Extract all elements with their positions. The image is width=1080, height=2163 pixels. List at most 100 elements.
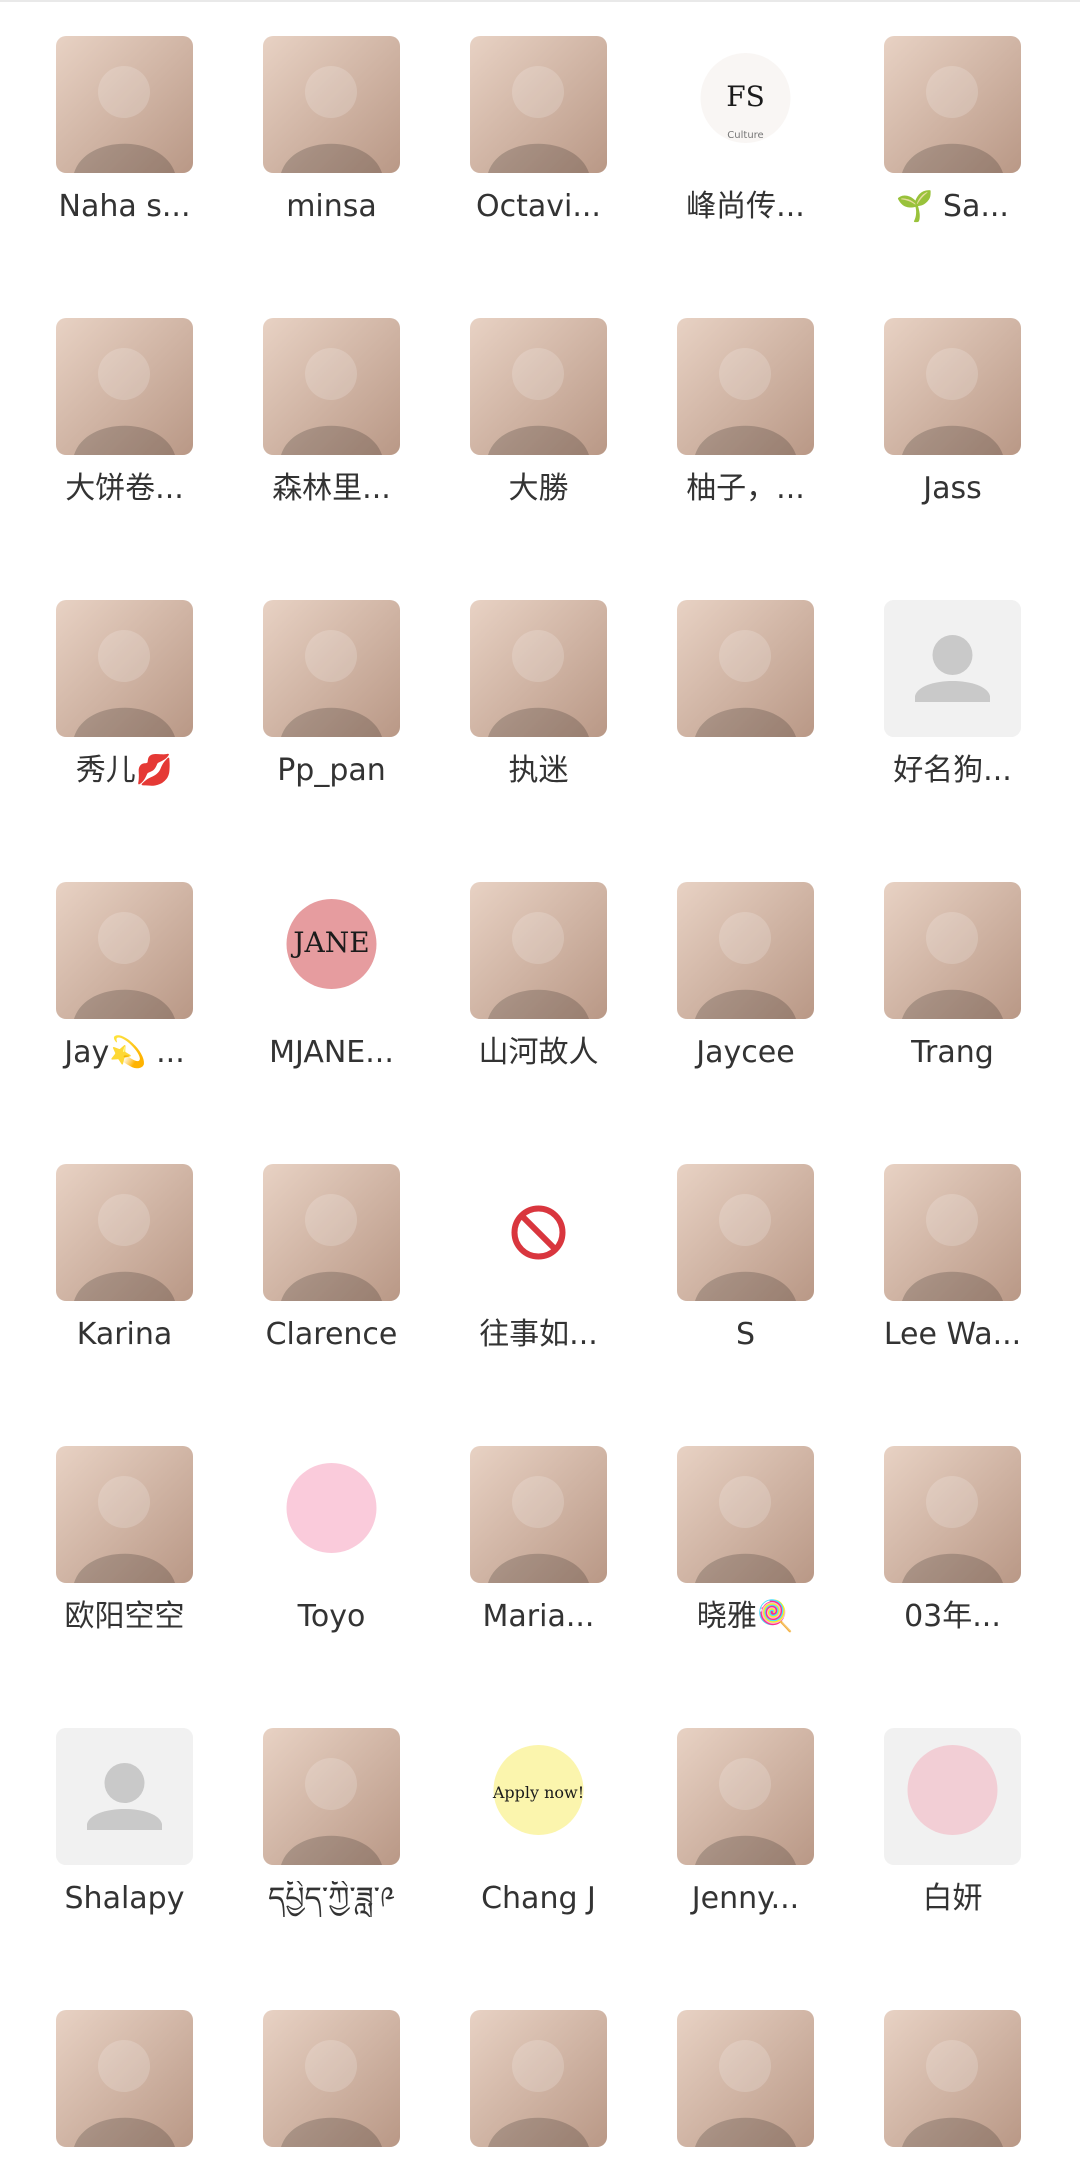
member-item[interactable]: 执迷	[470, 600, 607, 789]
member-avatar[interactable]	[677, 1164, 814, 1301]
member-name: 往事如...	[479, 1317, 598, 1352]
lady-justice-icon	[884, 36, 1021, 173]
member-item[interactable]: Toyo	[263, 1446, 400, 1635]
member-item[interactable]: Jay💫 ...	[56, 882, 193, 1071]
member-avatar[interactable]	[677, 1728, 814, 1865]
member-avatar[interactable]	[263, 2010, 400, 2147]
blue-waves-icon	[884, 318, 1021, 455]
member-avatar[interactable]	[677, 882, 814, 1019]
member-avatar[interactable]	[884, 1164, 1021, 1301]
member-item[interactable]: 欧阳空空	[56, 1446, 193, 1635]
member-item[interactable]: Shalapy	[56, 1728, 193, 1917]
member-avatar[interactable]	[677, 1446, 814, 1583]
member-avatar[interactable]	[263, 1728, 400, 1865]
member-avatar[interactable]: JANE	[263, 882, 400, 1019]
member-item[interactable]: Jaycee	[677, 882, 814, 1071]
member-name: 峰尚传...	[686, 189, 805, 224]
member-avatar[interactable]	[56, 2010, 193, 2147]
member-item[interactable]	[263, 2010, 400, 2163]
member-avatar[interactable]	[56, 882, 193, 1019]
member-avatar[interactable]	[470, 2010, 607, 2147]
member-item[interactable]: minsa	[263, 36, 400, 225]
member-item[interactable]: 柚子，...	[677, 318, 814, 507]
member-item[interactable]: S	[677, 1164, 814, 1353]
member-item[interactable]: Lee Wa...	[884, 1164, 1021, 1353]
pagoda-night-icon	[470, 600, 607, 737]
member-avatar[interactable]	[263, 1164, 400, 1301]
member-avatar[interactable]	[263, 1446, 400, 1583]
member-avatar[interactable]	[884, 2010, 1021, 2147]
woman-flowers-icon	[56, 600, 193, 737]
member-avatar[interactable]	[470, 882, 607, 1019]
member-item[interactable]: དཔྱིད་ཀྱི་ཟླ་༩	[263, 1728, 400, 1917]
member-avatar[interactable]	[677, 2010, 814, 2147]
member-name: 欧阳空空	[64, 1599, 185, 1634]
member-item[interactable]: 03年...	[884, 1446, 1021, 1635]
member-item[interactable]: Apply now! Chang J	[470, 1728, 607, 1917]
member-item[interactable]: Pp_pan	[263, 600, 400, 789]
member-item[interactable]: 白妍	[884, 1728, 1021, 1917]
member-item[interactable]: 大饼卷...	[56, 318, 193, 507]
member-avatar[interactable]	[263, 318, 400, 455]
member-avatar[interactable]: FS Culture	[677, 36, 814, 173]
member-avatar[interactable]	[884, 318, 1021, 455]
member-avatar[interactable]	[884, 1446, 1021, 1583]
member-name: Chang J	[481, 1881, 596, 1916]
member-avatar[interactable]	[56, 600, 193, 737]
member-avatar[interactable]	[56, 318, 193, 455]
member-item[interactable]: 往事如...	[470, 1164, 607, 1353]
member-item[interactable]	[884, 2010, 1021, 2163]
member-avatar[interactable]: Apply now!	[470, 1728, 607, 1865]
member-item[interactable]	[677, 600, 814, 789]
member-item[interactable]: Octavi...	[470, 36, 607, 225]
woman-blonde-selfie-icon	[56, 36, 193, 173]
member-item[interactable]: Trang	[884, 882, 1021, 1071]
member-avatar[interactable]	[470, 600, 607, 737]
member-avatar[interactable]	[677, 318, 814, 455]
woman-room-icon	[56, 1164, 193, 1301]
member-item[interactable]: 好名狗...	[884, 600, 1021, 789]
member-avatar[interactable]	[56, 36, 193, 173]
member-item[interactable]: Jass	[884, 318, 1021, 507]
member-item[interactable]: 山河故人	[470, 882, 607, 1071]
svg-text:Apply now!: Apply now!	[492, 1783, 584, 1802]
member-avatar[interactable]	[677, 600, 814, 737]
member-avatar[interactable]	[470, 318, 607, 455]
member-item[interactable]: 晓雅🍭	[677, 1446, 814, 1635]
member-item[interactable]: 森林里...	[263, 318, 400, 507]
member-avatar[interactable]	[884, 36, 1021, 173]
member-item[interactable]: 大勝	[470, 318, 607, 507]
member-avatar[interactable]	[56, 1728, 193, 1865]
member-avatar[interactable]	[56, 1446, 193, 1583]
member-item[interactable]: Clarence	[263, 1164, 400, 1353]
member-avatar[interactable]	[470, 1164, 607, 1301]
member-avatar[interactable]	[263, 600, 400, 737]
svg-text:Culture: Culture	[727, 130, 763, 141]
member-item[interactable]: Jenny...	[677, 1728, 814, 1917]
member-item[interactable]: Karina	[56, 1164, 193, 1353]
member-item[interactable]	[470, 2010, 607, 2163]
member-avatar[interactable]	[470, 1446, 607, 1583]
member-item[interactable]	[677, 2010, 814, 2163]
member-name: Pp_pan	[277, 753, 386, 788]
member-item[interactable]	[56, 2010, 193, 2163]
member-item[interactable]: FS Culture 峰尚传...	[677, 36, 814, 225]
member-name: 秀儿💋	[75, 753, 174, 788]
member-avatar[interactable]	[884, 1728, 1021, 1865]
member-name: 山河故人	[478, 1035, 599, 1070]
member-avatar[interactable]	[263, 36, 400, 173]
apply-now-note-icon: Apply now!	[470, 1728, 607, 1865]
member-item[interactable]: JANE MJANE...	[263, 882, 400, 1071]
member-item[interactable]: Naha s...	[56, 36, 193, 225]
member-name: Jass	[923, 471, 982, 506]
cake-icon	[677, 318, 814, 455]
member-avatar[interactable]	[884, 600, 1021, 737]
fs-culture-logo-icon: FS Culture	[677, 36, 814, 173]
member-name: 白妍	[922, 1881, 983, 1916]
member-item[interactable]: 🌱 Sa...	[884, 36, 1021, 225]
member-item[interactable]: 秀儿💋	[56, 600, 193, 789]
member-item[interactable]: Maria...	[470, 1446, 607, 1635]
member-avatar[interactable]	[470, 36, 607, 173]
member-avatar[interactable]	[884, 882, 1021, 1019]
member-avatar[interactable]	[56, 1164, 193, 1301]
